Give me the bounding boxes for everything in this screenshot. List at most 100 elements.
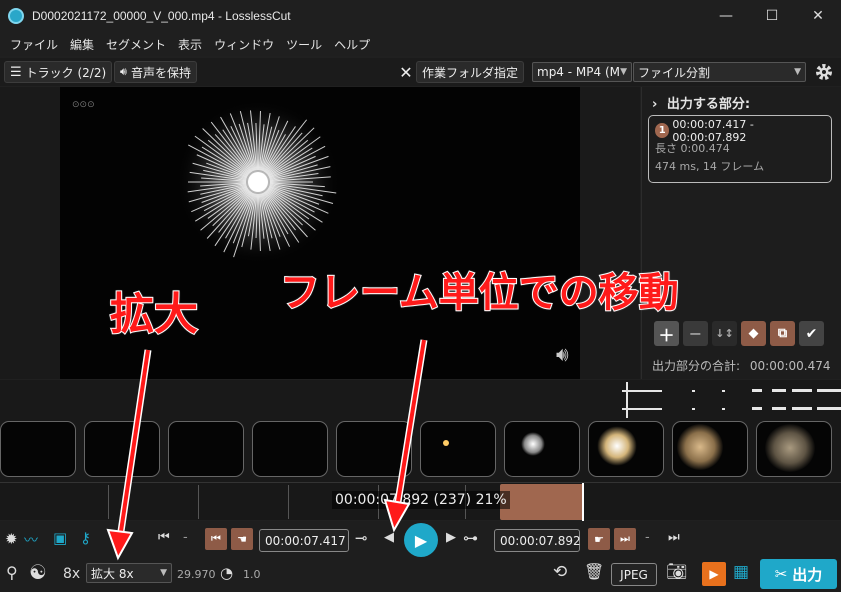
speaker-icon: 🔊︎ [120, 65, 127, 78]
add-segment-button[interactable]: ＋ [654, 321, 679, 346]
menu-window[interactable]: ウィンドウ [208, 36, 280, 53]
segment-bar[interactable] [500, 484, 584, 520]
tag-icon[interactable]: ◆ [741, 321, 766, 346]
timeline-thumbnail [0, 421, 76, 477]
keyframe-forward-icon[interactable]: ⊶ [463, 529, 478, 547]
zoom-select[interactable]: 拡大 8x ▼ [86, 563, 172, 583]
yin-yang-icon[interactable]: ☯ [29, 560, 47, 584]
working-directory-button[interactable]: 作業フォルダ指定 [416, 61, 525, 83]
timeline-thumbnail [420, 421, 496, 477]
jump-to-start-icon[interactable]: ⏮ [158, 530, 170, 545]
menu-bar: ファイル 編集 セグメント 表示 ウィンドウ ツール ヘルプ [0, 32, 841, 56]
jump-to-segment-start-button[interactable]: ⏮ [205, 528, 227, 550]
next-frame-icon[interactable]: ▶ [446, 530, 456, 545]
chevron-down-icon: ▼ [794, 67, 801, 77]
timeline-thumbnail [168, 421, 244, 477]
scissors-icon: ✂ [774, 565, 788, 583]
playback-controls: ✹ 〰 ▣ ⚷ ⏮ - ⏮ ☚ 00:00:07.417 ⊸ ◀ ▶ ▶ ⊶ 0… [0, 521, 841, 557]
check-circle-icon[interactable]: ✔ [799, 321, 824, 346]
panel-heading-label: 出力する部分: [666, 97, 751, 112]
cursor-time-readout: 00:00:07.892 (237) 21% [332, 491, 510, 509]
timeline-track[interactable]: 00:00:07.892 (237) 21% [0, 482, 841, 521]
panel-heading: › 出力する部分: [652, 93, 750, 112]
remove-segment-button[interactable]: − [683, 321, 708, 346]
zoom-value: 拡大 8x [91, 566, 134, 581]
export-label: 出力 [792, 565, 823, 584]
format-value: mp4 - MP4 (M [537, 65, 620, 79]
total-value: 00:00:00.474 [749, 359, 831, 373]
split-segment-icon[interactable]: ⧉ [770, 321, 795, 346]
camera-icon[interactable]: 📷︎ [666, 562, 688, 582]
chevron-right-icon[interactable]: › [652, 97, 657, 112]
media-player-icon[interactable]: ▶ [702, 562, 726, 586]
timeline-thumbnail [252, 421, 328, 477]
menu-view[interactable]: 表示 [172, 36, 208, 53]
keep-audio-label: 音声を保持 [130, 65, 191, 80]
menu-file[interactable]: ファイル [4, 36, 64, 53]
segment-number: 1 [655, 123, 670, 138]
broadcast-logo: ⊙⊙⊙ [72, 100, 95, 110]
key-icon[interactable]: ⚷ [80, 529, 91, 547]
speedometer-icon[interactable]: ◔ [220, 564, 233, 582]
sort-icon[interactable]: ↓↕ [712, 321, 737, 346]
start-time-input[interactable]: 00:00:07.417 [259, 529, 349, 552]
minimize-button[interactable]: — [703, 0, 749, 32]
timeline-thumbnail [84, 421, 160, 477]
playhead[interactable] [582, 483, 584, 521]
segment-actions: ＋ − ↓↕ ◆ ⧉ ✔ [654, 321, 824, 346]
image-icon[interactable]: ▣ [53, 529, 67, 547]
segment-item[interactable]: 1 00:00:07.417 - 00:00:07.892 長さ 0:00.47… [648, 115, 832, 183]
waveform-icon[interactable]: 〰 [24, 530, 38, 550]
set-cut-end-button[interactable]: ☛ [588, 528, 610, 550]
keyframe-back-icon[interactable]: ⊸ [355, 529, 368, 547]
menu-tools[interactable]: ツール [280, 36, 328, 53]
split-mode-value: ファイル分割 [638, 65, 711, 80]
zoom-annotation: 拡大 [109, 288, 199, 341]
chevron-down-icon: ▼ [160, 568, 167, 578]
timeline-thumbnail [588, 421, 664, 477]
fps-value[interactable]: 29.970 [177, 568, 216, 581]
timeline[interactable]: 00:00:07.892 (237) 21% [0, 380, 841, 521]
timeline-thumbnail [504, 421, 580, 477]
menu-help[interactable]: ヘルプ [328, 36, 376, 53]
capture-format-button[interactable]: JPEG [611, 563, 657, 586]
segments-panel: › 出力する部分: 1 00:00:07.417 - 00:00:07.892 … [641, 87, 841, 379]
gear-icon[interactable] [814, 62, 834, 82]
jump-to-segment-end-button[interactable]: ⏭ [614, 528, 636, 550]
volume-icon[interactable]: 🔊︎ [556, 342, 569, 366]
calendar-icon[interactable]: ▦ [733, 562, 749, 582]
playback-speed-value[interactable]: 1.0 [243, 568, 261, 581]
timeline-thumbnail [672, 421, 748, 477]
end-time-input[interactable]: 00:00:07.892 [494, 529, 581, 552]
export-button[interactable]: ✂ 出力 [760, 559, 837, 589]
trash-icon[interactable]: 🗑︎ [584, 562, 604, 581]
format-select[interactable]: mp4 - MP4 (M ▼ [532, 62, 632, 82]
close-window-button[interactable]: ✕ [795, 0, 841, 32]
play-button[interactable]: ▶ [404, 523, 438, 557]
list-icon: ☰ [10, 64, 22, 80]
segment-detail: 474 ms, 14 フレーム [655, 160, 765, 173]
menu-segment[interactable]: セグメント [100, 36, 172, 53]
menu-edit[interactable]: 編集 [64, 36, 100, 53]
total-label: 出力部分の合計: [652, 359, 741, 373]
timeline-thumbnail [756, 421, 832, 477]
tracks-label: トラック (2/2) [25, 65, 107, 80]
jump-to-end-icon[interactable]: ⏭ [668, 530, 680, 545]
frame-step-annotation: フレーム単位での移動 [279, 269, 680, 317]
previous-frame-icon[interactable]: ◀ [384, 530, 394, 545]
bottom-bar: ⚲ ☯ 8x 拡大 8x ▼ 29.970 ◔ 1.0 ⟲ 🗑︎ JPEG 📷︎… [0, 557, 841, 592]
dash-separator: - [183, 530, 188, 545]
dash-separator: - [645, 530, 650, 545]
settings-icon[interactable]: ✹ [5, 530, 18, 548]
person-icon[interactable]: ⚲ [6, 563, 18, 582]
top-toolbar: ☰ トラック (2/2) 🔊︎ 音声を保持 ✕ 作業フォルダ指定 mp4 - M… [0, 58, 841, 86]
close-icon[interactable]: ✕ [398, 62, 414, 82]
tracks-button[interactable]: ☰ トラック (2/2) [4, 61, 113, 83]
rotate-icon[interactable]: ⟲ [553, 562, 567, 582]
chevron-down-icon: ▼ [620, 67, 627, 77]
set-cut-start-button[interactable]: ☚ [231, 528, 253, 550]
split-mode-select[interactable]: ファイル分割 ▼ [633, 62, 806, 82]
maximize-button[interactable]: ☐ [749, 0, 795, 32]
zoom-prefix: 8x [63, 566, 81, 582]
keep-audio-button[interactable]: 🔊︎ 音声を保持 [114, 61, 197, 83]
